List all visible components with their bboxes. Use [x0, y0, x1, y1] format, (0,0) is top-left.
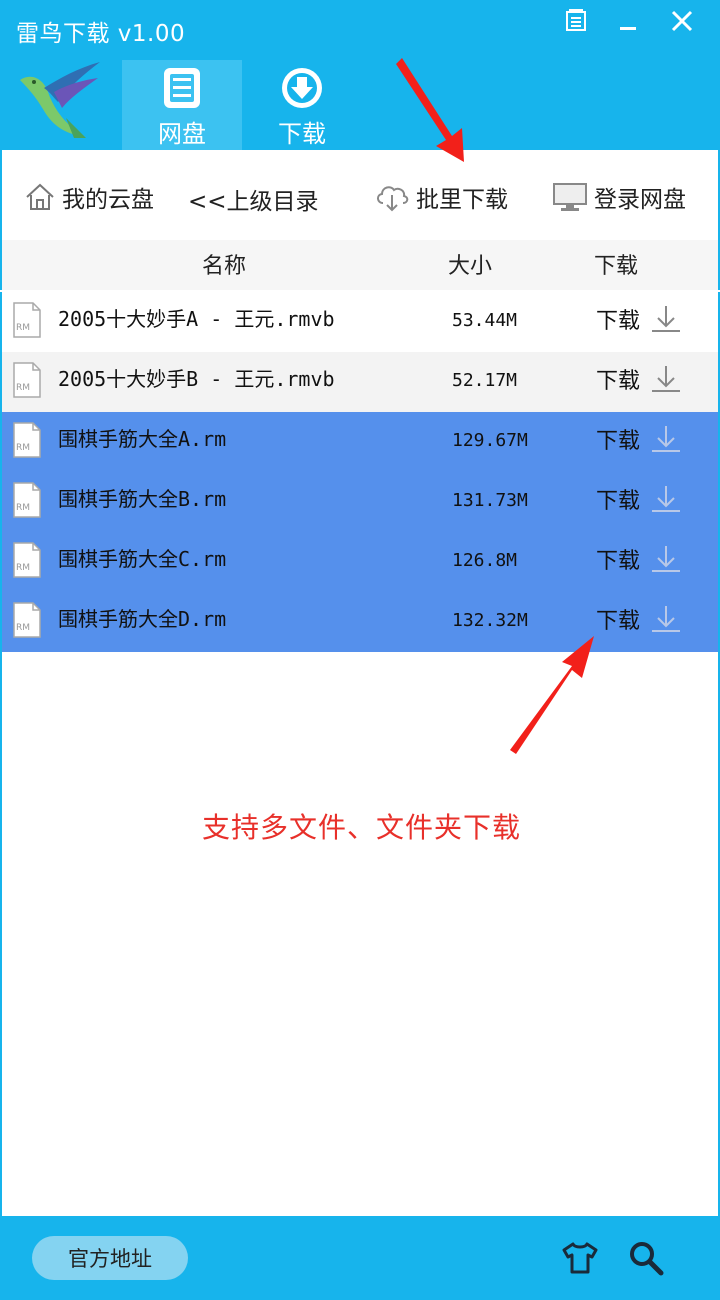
svg-text:RM: RM — [16, 503, 30, 513]
download-label: 下载 — [596, 369, 641, 394]
list-empty-area — [0, 652, 720, 1217]
annotation-arrow-icon — [510, 636, 594, 754]
download-link[interactable]: 下载 — [596, 303, 682, 335]
download-link[interactable]: 下载 — [596, 363, 682, 395]
download-arrow-icon — [652, 486, 681, 512]
tab-download[interactable]: 下载 — [242, 60, 362, 150]
column-header-size[interactable]: 大小 — [448, 248, 492, 280]
download-label: 下载 — [596, 429, 641, 454]
app-title: 雷鸟下载 v1.00 — [16, 21, 186, 47]
svg-text:RM: RM — [16, 443, 30, 453]
file-row-selected[interactable]: RM 围棋手筋大全D.rm 132.32M 下载 — [2, 592, 718, 652]
close-icon — [671, 10, 693, 32]
file-name: 围棋手筋大全B.rm — [58, 487, 227, 511]
rm-file-icon: RM — [13, 602, 41, 638]
parent-directory-label: <<上级目录 — [188, 189, 319, 215]
rm-file-icon: RM — [13, 482, 41, 518]
minimize-button[interactable] — [608, 2, 648, 40]
menu-icon — [566, 9, 586, 31]
file-list: RM 2005十大妙手A - 王元.rmvb 53.44M 下载 RM 2005… — [0, 292, 720, 652]
file-name: 2005十大妙手B - 王元.rmvb — [58, 367, 335, 391]
file-size: 126.8M — [452, 550, 518, 571]
svg-text:RM: RM — [16, 323, 30, 333]
file-name: 围棋手筋大全A.rm — [58, 427, 227, 451]
tab-netdisk[interactable]: 网盘 — [122, 60, 242, 150]
annotation-caption: 支持多文件、文件夹下载 — [202, 811, 522, 844]
home-icon — [26, 183, 54, 210]
rm-file-icon: RM — [13, 302, 41, 338]
svg-text:RM: RM — [16, 623, 30, 633]
tab-label: 网盘 — [158, 120, 206, 148]
file-size: 52.17M — [452, 370, 518, 391]
download-arrow-icon — [652, 606, 681, 632]
skin-shirt-icon[interactable] — [560, 1238, 600, 1278]
annotation-arrow-icon — [396, 58, 464, 162]
disk-icon — [164, 68, 200, 108]
download-arrow-icon — [652, 546, 681, 572]
official-site-button[interactable]: 官方地址 — [32, 1236, 188, 1280]
svg-text:RM: RM — [16, 563, 30, 573]
file-row-selected[interactable]: RM 围棋手筋大全C.rm 126.8M 下载 — [2, 532, 718, 592]
parent-directory-button[interactable]: <<上级目录 — [188, 182, 319, 216]
download-arrow-icon — [652, 306, 681, 332]
app-logo-icon — [20, 62, 100, 138]
rm-file-icon: RM — [13, 362, 41, 398]
rm-file-icon: RM — [13, 542, 41, 578]
download-link[interactable]: 下载 — [596, 543, 682, 575]
cloud-download-icon — [377, 186, 409, 212]
rm-file-icon: RM — [13, 422, 41, 458]
close-button[interactable] — [662, 2, 702, 40]
column-header-name[interactable]: 名称 — [202, 248, 246, 280]
download-label: 下载 — [596, 309, 641, 334]
download-link[interactable]: 下载 — [596, 483, 682, 515]
file-row[interactable]: RM 2005十大妙手A - 王元.rmvb 53.44M 下载 — [2, 292, 718, 352]
download-label: 下载 — [596, 549, 641, 574]
batch-download-button[interactable]: 批里下载 — [374, 180, 508, 214]
title-bar: 雷鸟下载 v1.00 网盘 下载 — [0, 0, 720, 150]
batch-download-label: 批里下载 — [416, 187, 508, 213]
file-name: 2005十大妙手A - 王元.rmvb — [58, 307, 335, 331]
minimize-icon — [620, 27, 636, 30]
toolbar: 我的云盘 <<上级目录 批里下载 登录网盘 — [0, 150, 720, 240]
download-link[interactable]: 下载 — [596, 423, 682, 455]
tab-label: 下载 — [278, 120, 326, 148]
login-netdisk-label: 登录网盘 — [594, 187, 686, 213]
monitor-icon — [553, 183, 587, 211]
file-name: 围棋手筋大全D.rm — [58, 607, 227, 631]
menu-button[interactable] — [556, 2, 596, 40]
download-label: 下载 — [596, 489, 641, 514]
download-arrow-icon — [652, 366, 681, 392]
my-cloud-disk-button[interactable]: 我的云盘 — [24, 180, 154, 214]
download-circle-icon — [282, 68, 322, 108]
file-row-selected[interactable]: RM 围棋手筋大全A.rm 129.67M 下载 — [2, 412, 718, 472]
file-size: 129.67M — [452, 430, 528, 451]
search-icon[interactable] — [626, 1238, 666, 1278]
download-arrow-icon — [652, 426, 681, 452]
file-row-selected[interactable]: RM 围棋手筋大全B.rm 131.73M 下载 — [2, 472, 718, 532]
footer-bar: 官方地址 — [0, 1216, 720, 1300]
file-size: 53.44M — [452, 310, 518, 331]
file-row[interactable]: RM 2005十大妙手B - 王元.rmvb 52.17M 下载 — [2, 352, 718, 412]
file-size: 131.73M — [452, 490, 528, 511]
login-netdisk-button[interactable]: 登录网盘 — [552, 180, 686, 214]
file-name: 围棋手筋大全C.rm — [58, 547, 227, 571]
svg-text:RM: RM — [16, 383, 30, 393]
column-header-download[interactable]: 下载 — [594, 248, 638, 280]
column-headers: 名称 大小 下载 — [0, 240, 720, 290]
my-cloud-disk-label: 我的云盘 — [62, 187, 154, 213]
